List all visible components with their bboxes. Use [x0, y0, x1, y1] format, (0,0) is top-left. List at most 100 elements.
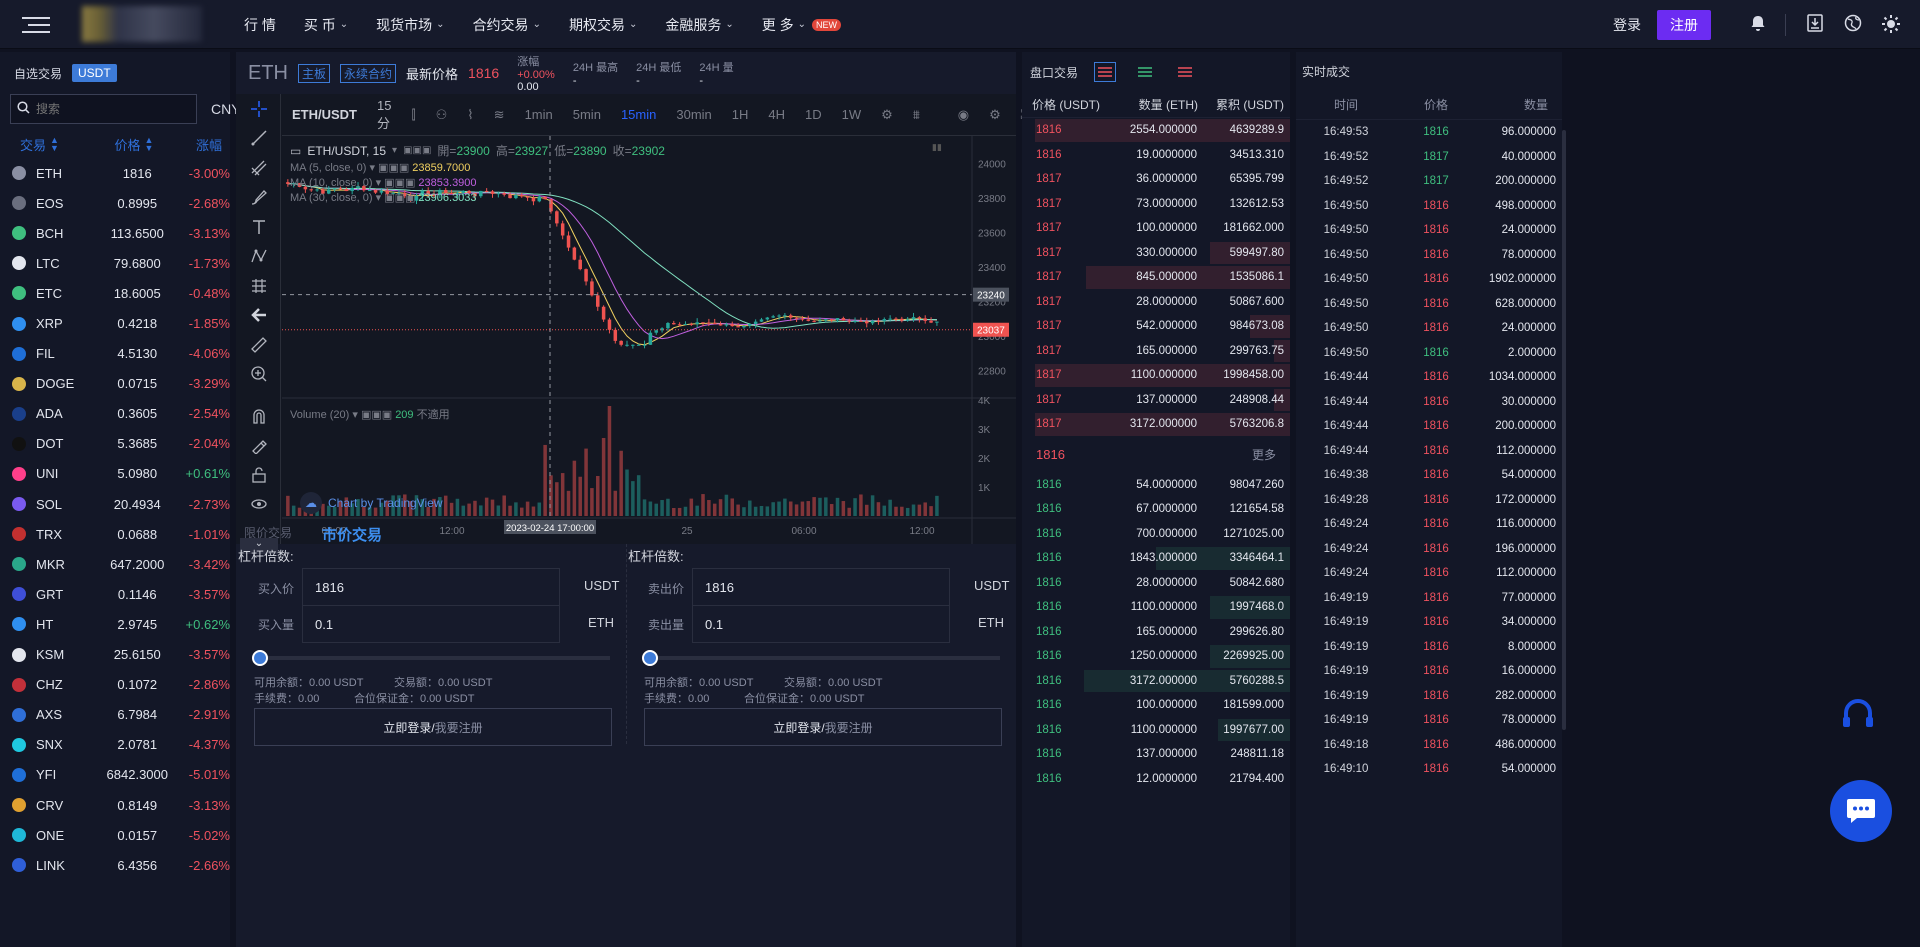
ask-row[interactable]: 1817 100.000000 181662.000 — [1022, 216, 1290, 241]
text-tool-icon[interactable] — [236, 212, 281, 242]
gear-icon[interactable]: ⚙ — [871, 107, 903, 123]
coin-row[interactable]: AXS 6.7984 -2.91% — [0, 700, 230, 730]
ask-row[interactable]: 1817 542.000000 984673.08 — [1022, 314, 1290, 339]
site-logo[interactable] — [82, 6, 202, 42]
sell-qty-input[interactable]: 0.1 — [692, 605, 950, 643]
coin-row[interactable]: SOL 20.4934 -2.73% — [0, 489, 230, 519]
timeframe-15min[interactable]: 15min — [611, 107, 666, 122]
slider-knob[interactable] — [252, 650, 268, 666]
ask-row[interactable]: 1817 36.0000000 65395.799 — [1022, 167, 1290, 192]
login-link[interactable]: 登录 — [1613, 15, 1641, 35]
coin-row[interactable]: DOGE 0.0715 -3.29% — [0, 369, 230, 399]
timeframe-4H[interactable]: 4H — [758, 107, 795, 122]
coin-row[interactable]: SNX 2.0781 -4.37% — [0, 730, 230, 760]
nav-item[interactable]: 金融服务 ⌄ — [651, 0, 747, 49]
col-trade[interactable]: 交易 ▲ ▼ — [0, 135, 96, 154]
tab-market-order[interactable]: 市价交易 — [322, 524, 382, 545]
coin-row[interactable]: HT 2.9745 +0.62% — [0, 609, 230, 639]
more-link[interactable]: 更多 — [1252, 446, 1276, 463]
chevron-down-icon[interactable]: ▾ — [392, 145, 397, 156]
prediction-icon[interactable] — [236, 271, 281, 301]
ask-row[interactable]: 1817 28.0000000 50867.600 — [1022, 290, 1290, 315]
coin-row[interactable]: CHZ 0.1072 -2.86% — [0, 670, 230, 700]
view-both-icon[interactable] — [1094, 62, 1117, 82]
headset-support-icon[interactable] — [1838, 697, 1878, 735]
nav-item[interactable]: 现货市场 ⌄ — [362, 0, 458, 49]
coin-row[interactable]: FIL 4.5130 -4.06% — [0, 339, 230, 369]
slider-knob[interactable] — [642, 650, 658, 666]
coin-row[interactable]: YFI 6842.3000 -5.01% — [0, 760, 230, 790]
coin-row[interactable]: TRX 0.0688 -1.01% — [0, 519, 230, 549]
timeframe-1D[interactable]: 1D — [795, 107, 832, 122]
bid-row[interactable]: 1816 12.0000000 21794.400 — [1022, 767, 1290, 792]
bid-row[interactable]: 1816 54.0000000 98047.260 — [1022, 473, 1290, 498]
coin-row[interactable]: XRP 0.4218 -1.85% — [0, 308, 230, 338]
lock-drawing-icon[interactable] — [236, 431, 281, 461]
trend-line-icon[interactable] — [236, 124, 281, 154]
settings-icon[interactable]: ⚙ — [979, 107, 1011, 123]
ask-row[interactable]: 1817 73.0000000 132612.53 — [1022, 192, 1290, 217]
sell-percent-slider[interactable] — [642, 650, 1000, 666]
register-button[interactable]: 注册 — [1657, 9, 1711, 40]
search-input[interactable] — [36, 102, 196, 116]
col-price[interactable]: 价格 ▲ ▼ — [96, 135, 172, 154]
back-arrow-icon[interactable] — [236, 301, 281, 331]
coin-row[interactable]: CRV 0.8149 -3.13% — [0, 790, 230, 820]
coin-row[interactable]: UNI 5.0980 +0.61% — [0, 459, 230, 489]
timeframe-30min[interactable]: 30min — [666, 107, 721, 122]
brush-icon[interactable] — [236, 183, 281, 213]
col-change[interactable]: 涨幅 — [172, 135, 222, 154]
coin-row[interactable]: ONE 0.0157 -5.02% — [0, 820, 230, 850]
ask-row[interactable]: 1816 19.0000000 34513.310 — [1022, 143, 1290, 168]
coin-row[interactable]: GRT 0.1146 -3.57% — [0, 579, 230, 609]
bid-row[interactable]: 1816 1100.000000 1997677.00 — [1022, 718, 1290, 743]
coin-row[interactable]: DOT 5.3685 -2.04% — [0, 429, 230, 459]
tab-favorites[interactable]: 自选交易 — [14, 65, 62, 82]
timeframe-1W[interactable]: 1W — [832, 107, 872, 122]
compare-icon[interactable]: ⩩ — [903, 107, 930, 123]
bid-row[interactable]: 1816 700.000000 1271025.00 — [1022, 522, 1290, 547]
coin-row[interactable]: BCH 113.6500 -3.13% — [0, 218, 230, 248]
indicator-icon[interactable]: ⚇ — [426, 107, 458, 123]
coin-row[interactable]: EOS 0.8995 -2.68% — [0, 188, 230, 218]
tab-usdt[interactable]: USDT — [72, 64, 117, 82]
ask-row[interactable]: 1817 330.000000 599497.80 — [1022, 241, 1290, 266]
bid-row[interactable]: 1816 3172.000000 5760288.5 — [1022, 669, 1290, 694]
ask-row[interactable]: 1816 2554.000000 4639289.9 — [1022, 118, 1290, 143]
candle-type-icon[interactable]: ⫿ — [401, 107, 425, 123]
buy-login-button[interactable]: 立即登录/我要注册 — [254, 708, 612, 746]
collapse-legend-icon[interactable]: ▭ — [290, 144, 301, 158]
area-type-icon[interactable]: ≋ — [484, 107, 515, 123]
chat-support-button[interactable] — [1830, 780, 1892, 842]
market-search-box[interactable] — [10, 94, 197, 124]
nav-item[interactable]: 合约交易 ⌄ — [459, 0, 555, 49]
eye-icon[interactable] — [236, 490, 281, 520]
pane-controls-icon[interactable]: ▮▮ — [932, 142, 942, 153]
bid-row[interactable]: 1816 137.000000 248811.18 — [1022, 742, 1290, 767]
zoom-in-icon[interactable] — [236, 360, 281, 390]
ask-row[interactable]: 1817 845.000000 1535086.1 — [1022, 265, 1290, 290]
buy-qty-input[interactable]: 0.1 — [302, 605, 560, 643]
bid-row[interactable]: 1816 1843.000000 3346464.1 — [1022, 546, 1290, 571]
bid-row[interactable]: 1816 1100.000000 1997468.0 — [1022, 595, 1290, 620]
globe-icon[interactable] — [1842, 14, 1864, 36]
buy-percent-slider[interactable] — [252, 650, 610, 666]
ask-row[interactable]: 1817 137.000000 248908.44 — [1022, 388, 1290, 413]
magnet-icon[interactable] — [236, 401, 281, 431]
nav-item[interactable]: 行 情 — [230, 0, 290, 49]
chart-plot-area[interactable]: 24000 23800 23600 23400 23200 23000 22800 4K 3K 2… — [282, 136, 1016, 544]
view-asks-icon[interactable] — [1174, 62, 1196, 82]
coin-row[interactable]: LINK 6.4356 -2.66% — [0, 850, 230, 880]
coin-row[interactable]: ETC 18.6005 -0.48% — [0, 278, 230, 308]
fib-tool-icon[interactable] — [236, 153, 281, 183]
nav-item[interactable]: 更 多 ⌄ NEW — [748, 0, 855, 49]
pattern-icon[interactable] — [236, 242, 281, 272]
bid-row[interactable]: 1816 67.0000000 121654.58 — [1022, 497, 1290, 522]
ask-row[interactable]: 1817 1100.000000 1998458.00 — [1022, 363, 1290, 388]
hamburger-menu-icon[interactable] — [22, 17, 50, 33]
timeframe-1H[interactable]: 1H — [722, 107, 759, 122]
interval-selector[interactable]: 15分 — [367, 98, 401, 132]
bid-row[interactable]: 1816 165.000000 299626.80 — [1022, 620, 1290, 645]
legend-settings-icon[interactable]: ▣▣▣ — [403, 145, 431, 156]
sell-login-button[interactable]: 立即登录/我要注册 — [644, 708, 1002, 746]
